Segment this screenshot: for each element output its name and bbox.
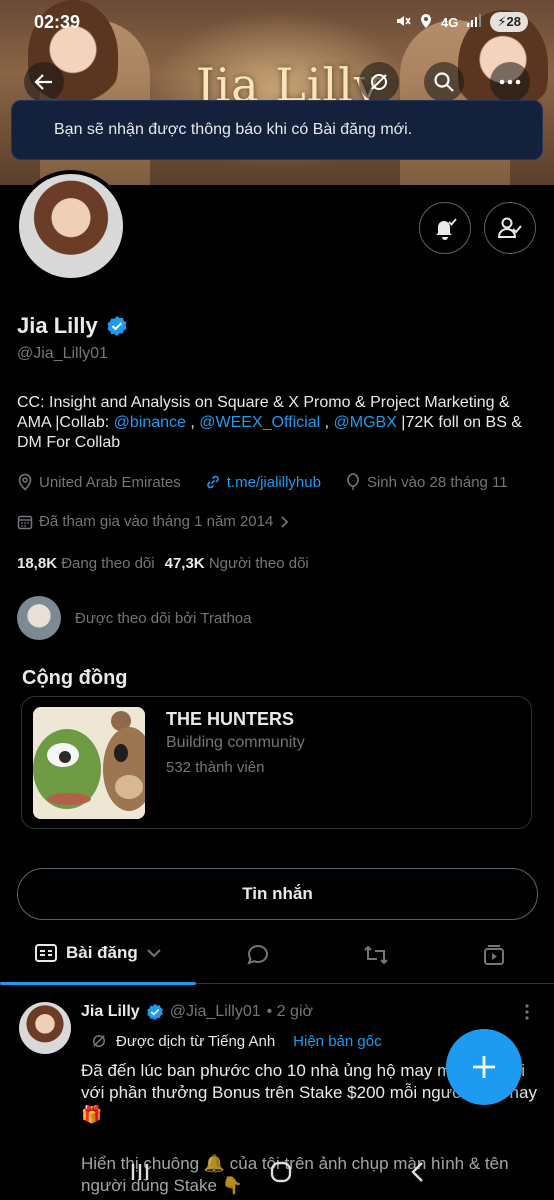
bio-mention-mgbx[interactable]: @MGBX: [334, 414, 397, 431]
community-section-title: Cộng đồng: [22, 667, 128, 689]
tab-reposts[interactable]: [363, 942, 389, 968]
back-arrow-icon: [34, 74, 52, 90]
back-nav-button[interactable]: [410, 1160, 426, 1189]
bio-mention-binance[interactable]: @binance: [114, 414, 186, 431]
community-artwork: [33, 707, 145, 819]
translation-notice: Được dịch từ Tiếng Anh Hiện bản gốc: [90, 1032, 382, 1050]
notification-toast[interactable]: Bạn sẽ nhận được thông báo khi có Bài đă…: [11, 100, 543, 160]
community-name: THE HUNTERS: [166, 709, 295, 729]
verified-badge-icon: [146, 1003, 163, 1021]
profile-joined-row[interactable]: Đã tham gia vào tháng 1 năm 2014: [17, 513, 289, 530]
location-pin-icon: [18, 473, 32, 491]
tab-posts[interactable]: Bài đăng: [34, 942, 162, 964]
translated-from-label: Được dịch từ Tiếng Anh: [116, 1032, 276, 1050]
follow-stats: 18,8K Đang theo dõi 47,3K Người theo dõi: [17, 555, 309, 572]
community-member-count: 532 thành viên: [166, 759, 265, 776]
search-icon: [434, 72, 454, 92]
translate-toggle-button[interactable]: [359, 62, 399, 102]
profile-tabs: Bài đăng: [0, 930, 554, 985]
person-check-icon: [497, 217, 522, 238]
recent-apps-button[interactable]: [128, 1161, 152, 1188]
system-navigation-bar: [0, 1148, 554, 1200]
profile-location: United Arab Emirates: [39, 473, 181, 491]
profile-meta-row: United Arab Emirates t.me/jialillyhub Si…: [17, 473, 508, 491]
post-author-avatar[interactable]: [19, 1002, 71, 1054]
community-card[interactable]: THE HUNTERS Building community 532 thành…: [21, 696, 532, 829]
back-button[interactable]: [24, 62, 64, 102]
location-icon: [419, 13, 433, 32]
repost-icon: [364, 945, 388, 965]
search-button[interactable]: [424, 62, 464, 102]
post-header: Jia Lilly @Jia_Lilly01 • 2 giờ: [81, 1003, 313, 1021]
vertical-dots-icon: [525, 1004, 529, 1020]
following-button[interactable]: [484, 202, 536, 254]
bio-separator: ,: [185, 414, 200, 431]
following-count: 18,8K: [17, 555, 58, 572]
following-stat[interactable]: 18,8K Đang theo dõi: [17, 555, 155, 572]
following-label: Đang theo dõi: [61, 555, 155, 572]
notifications-button[interactable]: [419, 202, 471, 254]
followers-stat[interactable]: 47,3K Người theo dõi: [165, 555, 309, 572]
posts-tab-icon: [35, 944, 57, 962]
post-author-handle: @Jia_Lilly01: [169, 1003, 261, 1020]
profile-birthday: Sinh vào 28 tháng 11: [366, 473, 508, 491]
followed-by-text: Được theo dõi bởi Trathoa: [75, 609, 252, 627]
mute-icon: [395, 13, 411, 32]
profile-avatar[interactable]: [15, 170, 127, 282]
follower-avatar: [17, 596, 61, 640]
bio-mention-weex[interactable]: @WEEX_Official: [199, 414, 320, 431]
tab-replies[interactable]: [245, 942, 271, 968]
no-translate-icon: [371, 74, 387, 90]
toast-text: Bạn sẽ nhận được thông báo khi có Bài đă…: [54, 121, 413, 138]
post-author-name[interactable]: Jia Lilly: [81, 1003, 140, 1021]
followers-count: 47,3K: [164, 555, 205, 572]
battery-level: 28: [506, 14, 521, 29]
status-icons: 4G ⚡28: [395, 12, 528, 32]
profile-joined: Đã tham gia vào tháng 1 năm 2014: [39, 513, 274, 530]
active-tab-indicator: [0, 982, 196, 985]
verified-badge-icon[interactable]: [106, 315, 128, 337]
back-chevron-icon: [411, 1161, 423, 1182]
media-icon: [484, 945, 504, 965]
bell-check-icon: [436, 218, 457, 240]
show-original-link[interactable]: Hiện bản gốc: [293, 1033, 381, 1050]
post-time: • 2 giờ: [266, 1003, 313, 1020]
home-button[interactable]: [268, 1159, 294, 1190]
profile-website-link[interactable]: t.me/jialillyhub: [227, 474, 321, 491]
calendar-icon: [17, 515, 33, 529]
profile-name: Jia Lilly: [17, 313, 98, 338]
link-icon: [206, 475, 219, 489]
reply-bubble-icon: [247, 944, 269, 965]
home-icon: [270, 1161, 292, 1182]
status-bar: 02:39 4G ⚡28: [0, 0, 554, 44]
no-translate-icon: [93, 1035, 105, 1047]
message-button[interactable]: Tin nhắn: [17, 868, 538, 920]
network-label: 4G: [441, 14, 459, 30]
tab-posts-label: Bài đăng: [66, 943, 138, 962]
profile-bio: CC: Insight and Analysis on Square & X P…: [17, 393, 542, 453]
battery-indicator: ⚡28: [490, 12, 528, 32]
balloon-icon: [347, 473, 359, 490]
more-icon: [499, 79, 521, 85]
profile-name-row: Jia Lilly: [17, 313, 128, 339]
compose-button[interactable]: [446, 1029, 522, 1105]
plus-icon: [473, 1056, 495, 1078]
followers-label: Người theo dõi: [208, 555, 309, 572]
signal-icon: [466, 13, 482, 31]
recent-apps-icon: [131, 1163, 149, 1180]
community-subtitle: Building community: [166, 734, 305, 751]
profile-handle: @Jia_Lilly01: [17, 345, 108, 362]
chevron-right-icon: [281, 515, 289, 528]
bio-separator: ,: [320, 414, 334, 431]
post-more-button[interactable]: [520, 1002, 534, 1022]
community-image: [33, 707, 145, 819]
status-time: 02:39: [34, 11, 81, 32]
tab-media[interactable]: [481, 942, 507, 968]
followed-by-row[interactable]: Được theo dõi bởi Trathoa: [17, 596, 251, 640]
more-options-button[interactable]: [490, 62, 530, 102]
chevron-down-icon: [147, 949, 161, 958]
